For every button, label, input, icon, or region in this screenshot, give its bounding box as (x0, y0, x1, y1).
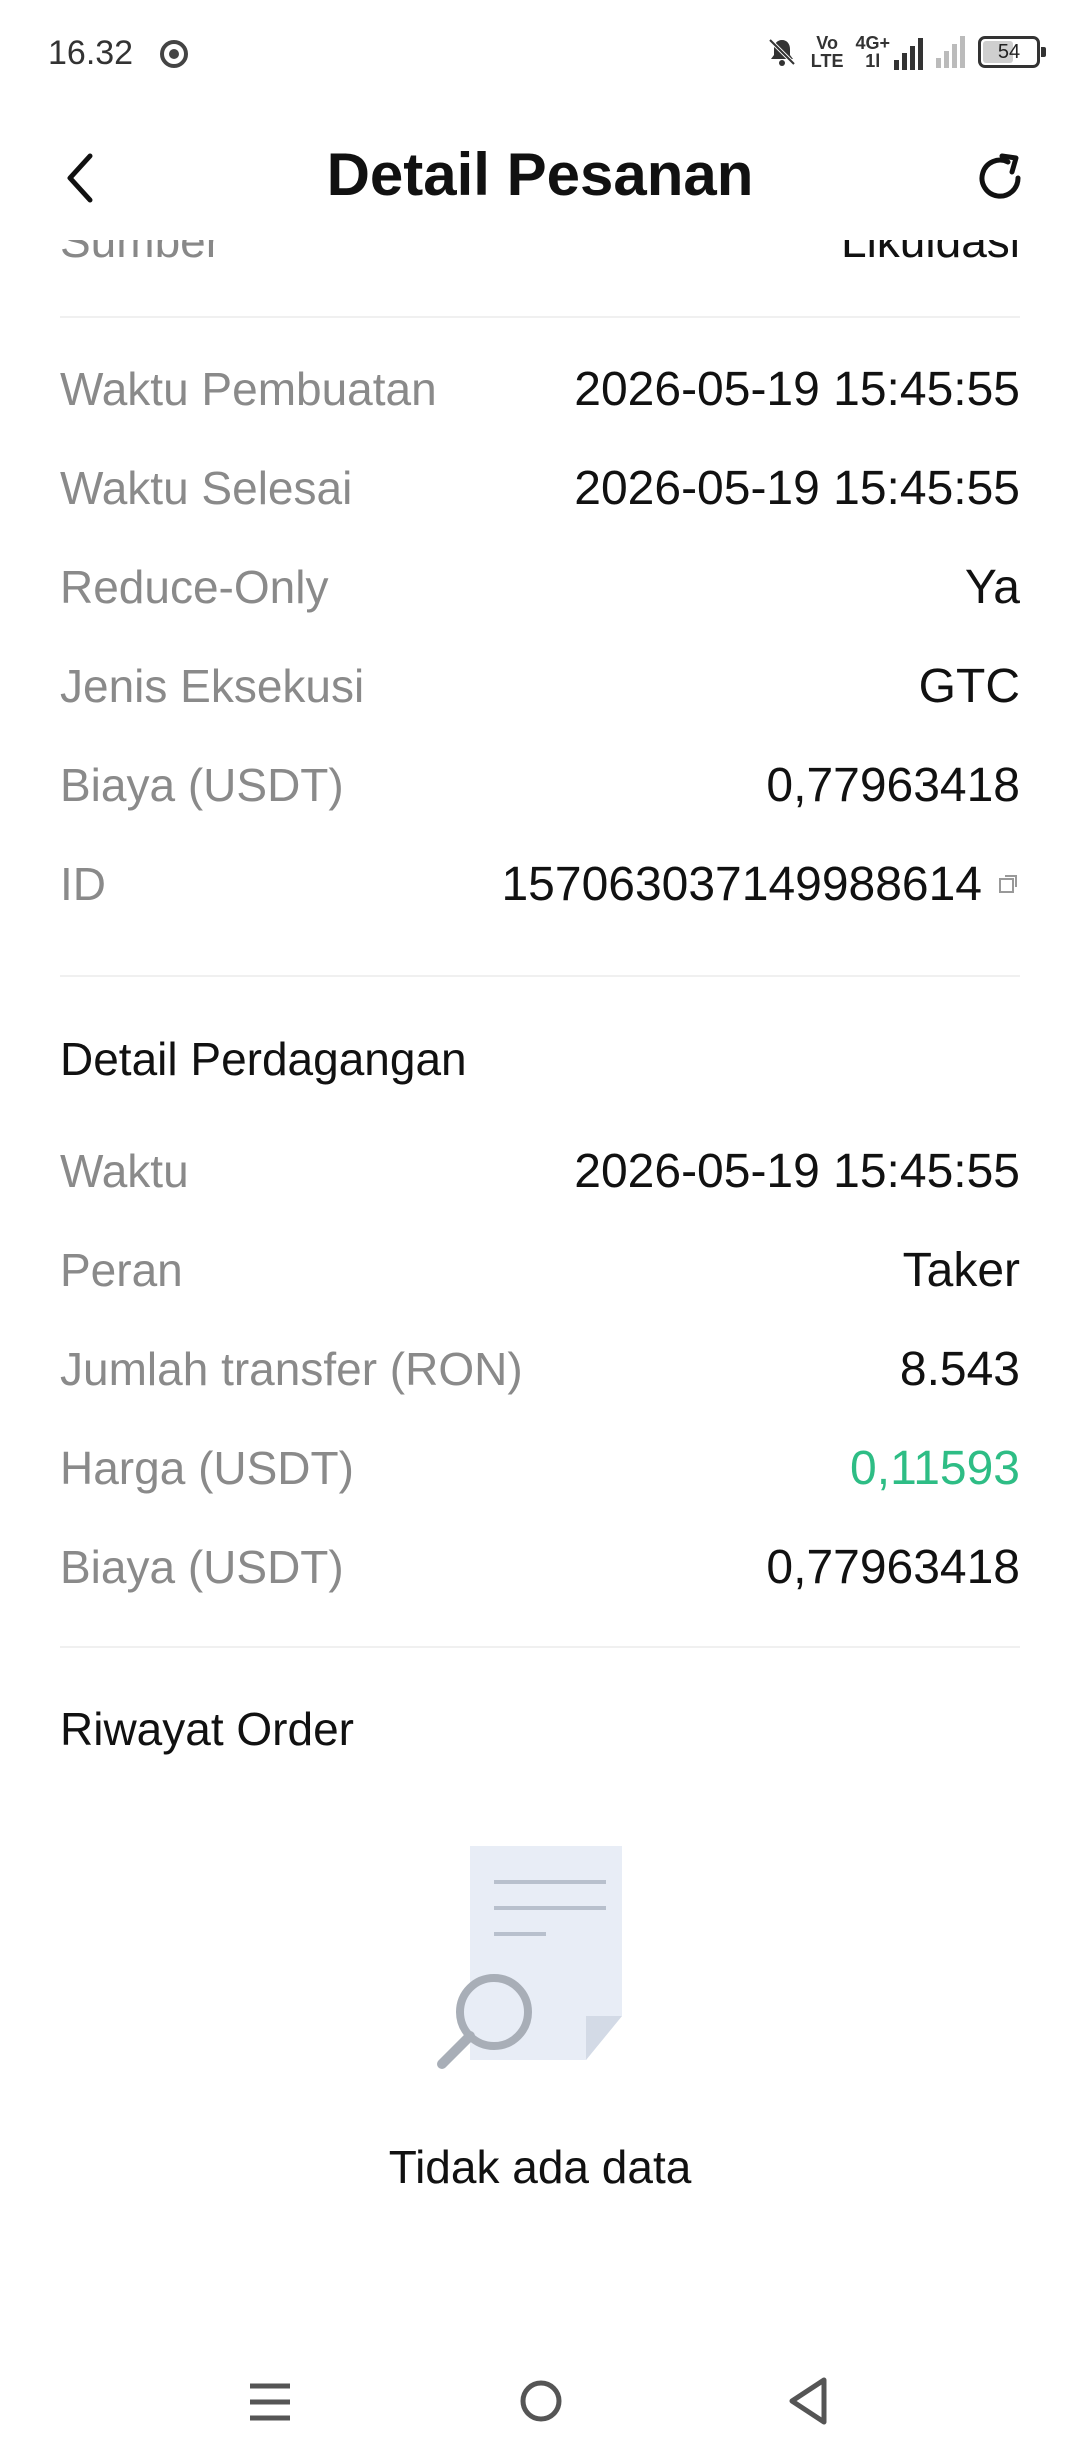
system-back-button[interactable] (786, 2376, 830, 2426)
system-navigation-bar (0, 2360, 1080, 2460)
trade-row-amount: Jumlah transfer (RON) 8.543 (60, 1328, 1020, 1408)
trade-row-role: Peran Taker (60, 1229, 1020, 1309)
info-label: Reduce-Only (60, 561, 329, 613)
trade-label: Jumlah transfer (RON) (60, 1343, 523, 1395)
trade-value: 8.543 (899, 1343, 1020, 1396)
trade-row-fee: Biaya (USDT) 0,77963418 (60, 1526, 1020, 1606)
volte-top: Vo (816, 33, 838, 53)
info-label: Waktu Pembuatan (60, 363, 437, 415)
info-value: 0,77963418 (766, 759, 1020, 812)
divider (60, 1646, 1020, 1648)
info-row-execution-type: Jenis Eksekusi GTC (60, 645, 1020, 725)
info-label: Biaya (USDT) (60, 759, 344, 811)
trade-row-price: Harga (USDT) 0,11593 (60, 1427, 1020, 1507)
volte-icon: Vo LTE (811, 34, 844, 70)
mute-notification-icon (768, 38, 796, 66)
info-value: 2026-05-19 15:45:55 (574, 363, 1020, 416)
empty-state-text: Tidak ada data (388, 2141, 692, 2193)
top-app-bar: Detail Pesanan (0, 110, 1080, 240)
info-row-created-time: Waktu Pembuatan 2026-05-19 15:45:55 (60, 348, 1020, 428)
id-value-wrap: 1570630371499886​14 (501, 857, 1020, 912)
info-row-fee: Biaya (USDT) 0,77963418 (60, 744, 1020, 824)
home-button[interactable] (518, 2378, 564, 2424)
info-value: Ya (964, 561, 1020, 614)
status-time: 16.32 (48, 34, 134, 72)
trade-detail-title: Detail Perdagangan (60, 1033, 467, 1085)
info-row-id: ID 1570630371499886​14 (60, 843, 1020, 923)
signal-bars-icon (894, 38, 923, 70)
order-history-title: Riwayat Order (60, 1703, 354, 1755)
signal-4g-top: 4G+ (855, 33, 890, 53)
info-value: GTC (918, 660, 1020, 713)
signal-bars-2-icon (936, 36, 965, 68)
info-row-finish-time: Waktu Selesai 2026-05-19 15:45:55 (60, 447, 1020, 527)
trade-label: Peran (60, 1244, 183, 1296)
info-row-reduce-only: Reduce-Only Ya (60, 546, 1020, 626)
copy-icon[interactable] (998, 872, 1020, 894)
battery-level: 54 (997, 40, 1021, 63)
status-icons: Vo LTE 4G+ 1l 54 (765, 30, 1046, 74)
info-label: Jenis Eksekusi (60, 660, 365, 712)
signal-4g-icon: 4G+ 1l (855, 34, 924, 70)
order-id-value: 1570630371499886​14 (501, 858, 982, 911)
refresh-button[interactable] (972, 150, 1028, 206)
battery-icon: 54 (978, 36, 1046, 68)
trade-row-time: Waktu 2026-05-19 15:45:55 (60, 1130, 1020, 1210)
divider (60, 316, 1020, 318)
trade-value: 0,77963418 (766, 1541, 1020, 1594)
document-search-icon (437, 1846, 622, 2069)
info-label: Waktu Selesai (60, 462, 353, 514)
trade-label: Biaya (USDT) (60, 1541, 344, 1593)
trade-label: Harga (USDT) (60, 1442, 354, 1494)
page-title: Detail Pesanan (326, 141, 754, 208)
signal-4g-bottom: 1l (865, 51, 881, 71)
divider (60, 975, 1020, 977)
trade-value: Taker (902, 1244, 1020, 1297)
info-label: ID (60, 858, 106, 910)
trade-label: Waktu (60, 1145, 189, 1197)
trade-price-value: 0,11593 (850, 1442, 1020, 1495)
location-icon (160, 40, 188, 68)
status-bar: 16.32 Vo LTE 4G+ 1l 54 (0, 0, 1080, 110)
trade-value: 2026-05-19 15:45:55 (574, 1145, 1020, 1198)
info-value: 2026-05-19 15:45:55 (574, 462, 1020, 515)
recent-apps-button[interactable] (248, 2380, 292, 2424)
volte-bottom: LTE (810, 51, 844, 71)
